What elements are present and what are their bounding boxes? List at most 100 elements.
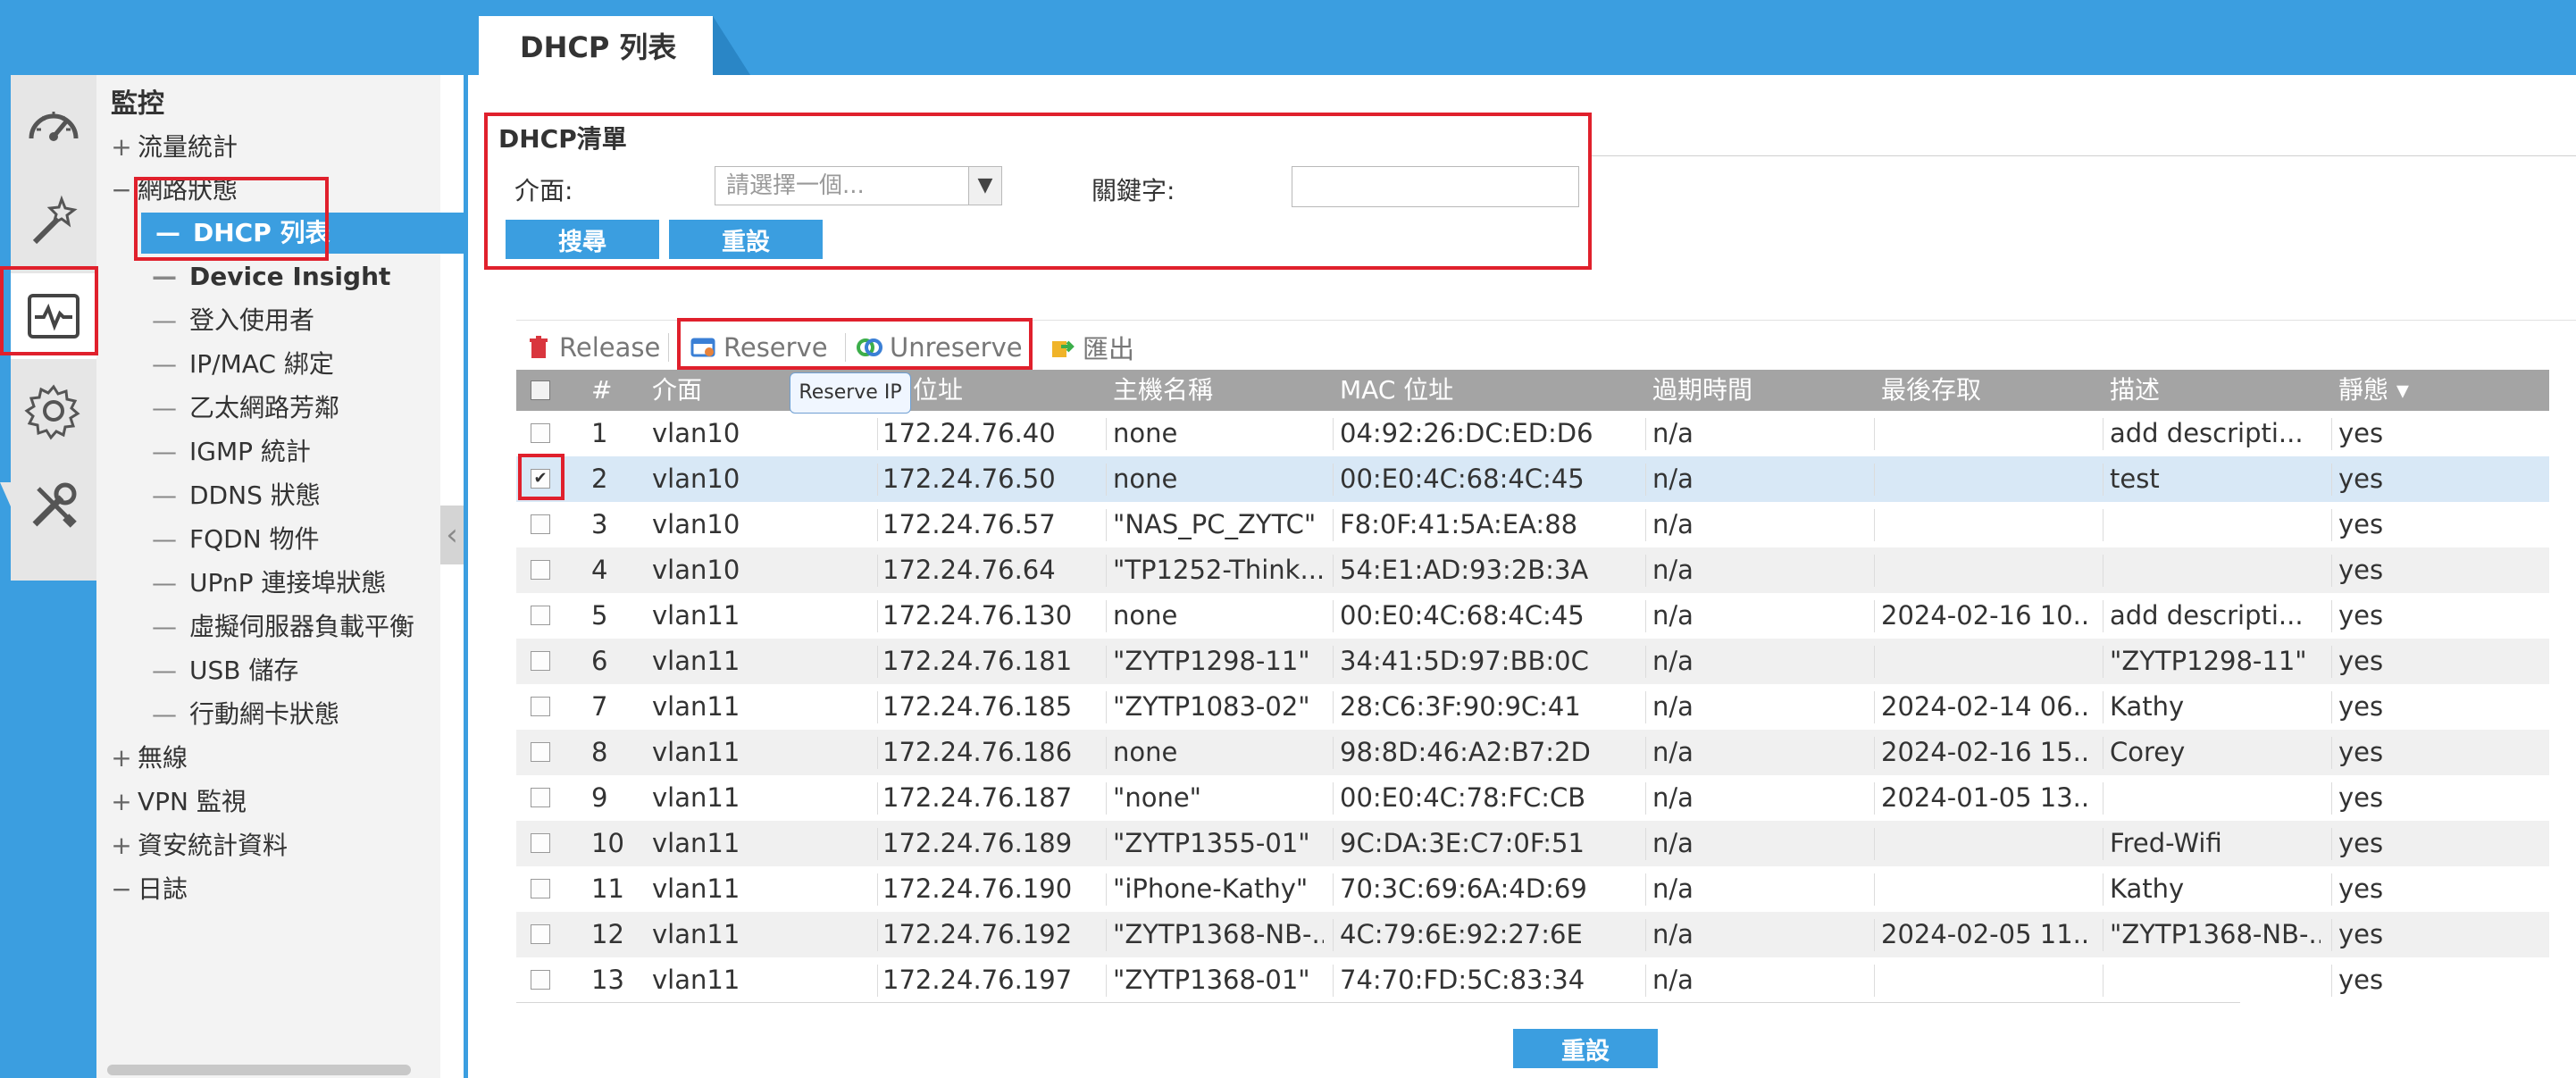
wizard-wand-icon[interactable] — [11, 179, 96, 264]
reserve-button[interactable]: Reserve — [690, 330, 828, 365]
select-all-checkbox[interactable] — [531, 380, 550, 400]
column-header-hostname[interactable]: 主機名稱 — [1113, 370, 1213, 411]
interface-select-value: 請選擇一個... — [726, 172, 865, 199]
interface-select[interactable]: 請選擇一個... ▼ — [715, 166, 1002, 205]
sidebar-collapse-chevron-icon[interactable]: ‹ — [440, 506, 464, 564]
column-divider — [1333, 600, 1334, 632]
table-row[interactable]: 11 vlan11 172.24.76.190 "iPhone-Kathy" 70:3C… — [516, 866, 2549, 912]
sidebar-item-label: 乙太網路芳鄰 — [189, 393, 340, 422]
expand-plus-icon[interactable]: + — [105, 738, 138, 779]
tab-dhcp-list[interactable]: DHCP 列表 — [479, 16, 713, 75]
tree-group-vpn[interactable]: + VPN 監視 — [105, 781, 247, 823]
sidebar-item-cellular-status[interactable]: — 行動網卡狀態 — [152, 694, 339, 735]
sidebar-item-igmp-stats[interactable]: — IGMP 統計 — [152, 431, 311, 472]
column-header-description[interactable]: 描述 — [2110, 370, 2160, 411]
row-checkbox[interactable] — [531, 560, 550, 580]
sidebar-item-fqdn-objects[interactable]: — FQDN 物件 — [152, 519, 320, 560]
interface-label: 介面: — [514, 176, 573, 205]
row-checkbox[interactable] — [531, 970, 550, 990]
table-row[interactable]: 5 vlan11 172.24.76.130 none 00:E0:4C:68:4C:4… — [516, 593, 2549, 639]
table-row[interactable]: ✔ 2 vlan10 172.24.76.50 none 00:E0:4C:68:4C:4… — [516, 456, 2549, 502]
cell-exp: n/a — [1652, 418, 1694, 448]
collapse-minus-icon[interactable]: − — [105, 869, 138, 910]
table-row[interactable]: 4 vlan10 172.24.76.64 "TP1252-Think... 54:E1… — [516, 547, 2549, 593]
top-bar — [0, 0, 2576, 75]
sidebar-item-ethernet-neighbor[interactable]: — 乙太網路芳鄰 — [152, 388, 339, 429]
release-button[interactable]: Release — [525, 330, 660, 365]
table-row[interactable]: 8 vlan11 172.24.76.186 none 98:8D:46:A2:B7:2… — [516, 730, 2549, 775]
cell-n: 10 — [591, 828, 624, 858]
expand-plus-icon[interactable]: + — [105, 825, 138, 866]
column-header-static[interactable]: 靜態 ▾ — [2338, 370, 2409, 411]
row-checkbox[interactable]: ✔ — [531, 469, 550, 489]
settings-gear-icon[interactable] — [11, 368, 96, 454]
monitor-pulse-icon[interactable] — [11, 273, 96, 359]
row-checkbox[interactable] — [531, 924, 550, 944]
sidebar-item-virtual-server-lb[interactable]: — 虛擬伺服器負載平衡 — [152, 606, 414, 648]
sidebar-item-upnp-status[interactable]: — UPnP 連接埠狀態 — [152, 563, 386, 604]
sidebar-item-ip-mac-binding[interactable]: — IP/MAC 綁定 — [152, 344, 334, 385]
chevron-down-icon[interactable]: ▼ — [968, 167, 1001, 205]
row-checkbox[interactable] — [531, 606, 550, 625]
row-checkbox[interactable] — [531, 788, 550, 807]
sidebar-item-usb-storage[interactable]: — USB 儲存 — [152, 650, 298, 691]
keyword-input[interactable] — [1292, 166, 1579, 207]
column-header-mac[interactable]: MAC 位址 — [1340, 370, 1453, 411]
cell-exp: n/a — [1652, 873, 1694, 904]
row-checkbox[interactable] — [531, 514, 550, 534]
table-row[interactable]: 6 vlan11 172.24.76.181 "ZYTP1298-11" 34:41:5… — [516, 639, 2549, 684]
column-header-interface[interactable]: 介面 — [652, 370, 702, 411]
column-divider — [1874, 691, 1875, 723]
column-divider — [2331, 919, 2332, 951]
tree-group-network[interactable]: − 網路狀態 — [105, 170, 238, 211]
table-row[interactable]: 10 vlan11 172.24.76.189 "ZYTP1355-01" 9C:DA:… — [516, 821, 2549, 866]
sidebar-item-ddns-status[interactable]: — DDNS 狀態 — [152, 475, 321, 516]
sidebar-item-device-insight[interactable]: — Device Insight — [152, 256, 390, 297]
cell-host: none — [1113, 418, 1178, 448]
column-header-last-access[interactable]: 最後存取 — [1881, 370, 1981, 411]
unreserve-label: Unreserve — [890, 332, 1023, 363]
cell-ip: 172.24.76.130 — [882, 600, 1073, 631]
expand-plus-icon[interactable]: + — [105, 781, 138, 823]
table-row[interactable]: 3 vlan10 172.24.76.57 "NAS_PC_ZYTC" F8:0F:41… — [516, 502, 2549, 547]
table-row[interactable]: 1 vlan10 172.24.76.40 none 04:92:26:DC:ED:D6… — [516, 411, 2549, 456]
cell-mac: 00:E0:4C:68:4C:45 — [1340, 464, 1585, 494]
tree-group-security[interactable]: + 資安統計資料 — [105, 825, 288, 866]
footer-reset-button[interactable]: 重設 — [1513, 1029, 1658, 1068]
expand-plus-icon[interactable]: + — [105, 127, 138, 168]
search-button[interactable]: 搜尋 — [506, 220, 659, 259]
cell-ip: 172.24.76.185 — [882, 691, 1073, 722]
sidebar-item-login-users[interactable]: — 登入使用者 — [152, 300, 314, 341]
column-header-expiry[interactable]: 過期時間 — [1652, 370, 1752, 411]
row-checkbox[interactable] — [531, 833, 550, 853]
row-checkbox[interactable] — [531, 879, 550, 898]
table-row[interactable]: 7 vlan11 172.24.76.185 "ZYTP1083-02" 28:C6:3… — [516, 684, 2549, 730]
unreserve-button[interactable]: Unreserve — [856, 330, 1023, 365]
tree-group-traffic[interactable]: + 流量統計 — [105, 127, 238, 168]
dashboard-gauge-icon[interactable] — [11, 84, 96, 170]
filter-reset-button[interactable]: 重設 — [669, 220, 823, 259]
tree-group-log[interactable]: − 日誌 — [105, 869, 188, 910]
tree-group-label: 網路狀態 — [138, 175, 238, 205]
cell-iface: vlan10 — [652, 509, 740, 539]
row-checkbox[interactable] — [531, 742, 550, 762]
cell-last: 2024-01-05 13... — [1881, 782, 2092, 813]
cell-host: "none" — [1113, 782, 1202, 813]
row-checkbox[interactable] — [531, 651, 550, 671]
table-row[interactable]: 12 vlan11 172.24.76.192 "ZYTP1368-NB-... 4C:… — [516, 912, 2549, 957]
sidebar-scrollbar[interactable] — [107, 1065, 411, 1075]
tree-group-wireless[interactable]: + 無線 — [105, 738, 188, 779]
column-header-index[interactable]: # — [591, 370, 612, 411]
column-divider — [1106, 646, 1107, 678]
column-divider — [1333, 919, 1334, 951]
table-row[interactable]: 9 vlan11 172.24.76.187 "none" 00:E0:4C:78:FC… — [516, 775, 2549, 821]
row-checkbox[interactable] — [531, 423, 550, 443]
maintenance-tools-icon[interactable] — [11, 463, 96, 548]
row-checkbox[interactable] — [531, 697, 550, 716]
table-row[interactable]: 13 vlan11 172.24.76.197 "ZYTP1368-01" 74:70:… — [516, 957, 2549, 1003]
cell-desc: add descripti... — [2110, 600, 2304, 631]
column-divider — [877, 782, 878, 815]
collapse-minus-icon[interactable]: − — [105, 170, 138, 211]
trash-icon — [530, 336, 548, 358]
export-button[interactable]: 匯出 — [1049, 330, 1134, 365]
